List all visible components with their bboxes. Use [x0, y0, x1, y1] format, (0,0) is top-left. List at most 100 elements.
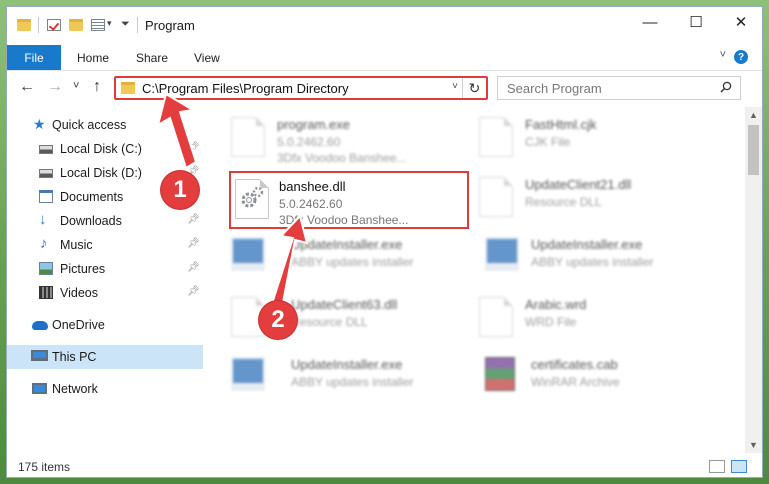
winrar-archive-icon	[485, 357, 515, 391]
tab-home[interactable]: Home	[77, 51, 109, 65]
recent-locations-icon[interactable]: ˅	[73, 80, 79, 92]
forward-arrow-icon[interactable]: →	[47, 78, 63, 96]
large-icons-view-icon[interactable]	[731, 460, 747, 473]
sidebar-item-label: Quick access	[52, 118, 127, 132]
scroll-up-icon[interactable]: ▲	[749, 110, 758, 120]
file-type: ABBY updates installer	[531, 255, 654, 269]
dll-gear-icon	[479, 177, 513, 217]
file-list: program.exe 5.0.2462.60 3Dfx Voodoo Bans…	[207, 107, 737, 453]
sidebar-item-label: OneDrive	[52, 318, 105, 332]
help-icon[interactable]: ?	[734, 50, 748, 64]
sidebar-item-quick-access[interactable]: ★ Quick access	[7, 113, 203, 137]
vertical-scrollbar[interactable]: ▲ ▼	[745, 107, 762, 453]
file-name: FastHtml.cjk	[525, 117, 597, 132]
maximize-button[interactable]: ☐	[673, 7, 719, 37]
sidebar-item-label: Downloads	[60, 214, 122, 228]
file-type: Resource DLL	[525, 195, 602, 209]
file-name: program.exe	[277, 117, 350, 132]
file-type: WinRAR Archive	[531, 375, 620, 389]
file-type: CJK File	[525, 135, 571, 149]
file-name: UpdateClient63.dll	[291, 297, 398, 312]
sidebar-item-onedrive[interactable]: OneDrive	[7, 313, 203, 337]
sidebar-item-network[interactable]: Network	[7, 377, 203, 401]
tab-share[interactable]: Share	[136, 51, 168, 65]
file-explorer-window: ▾ ⏷ Program — ☐ ✕ File Home Share View ˅…	[6, 6, 763, 478]
sidebar-item-label: Pictures	[60, 262, 106, 276]
file-item[interactable]: FastHtml.cjk CJK File	[475, 111, 705, 167]
gear-icon	[241, 186, 264, 208]
separator	[38, 17, 39, 33]
view-options-icon[interactable]	[91, 19, 105, 31]
sidebar-item-label: Local Disk (C:)	[60, 142, 142, 156]
sidebar-item-this-pc[interactable]: This PC	[7, 345, 203, 369]
sidebar-item-pictures[interactable]: Pictures 📌︎	[7, 257, 203, 281]
search-placeholder: Search Program	[507, 81, 602, 96]
file-version: 5.0.2462.60	[277, 135, 341, 149]
sidebar-item-downloads[interactable]: ↓ Downloads 📌︎	[7, 209, 203, 233]
exe-gear-icon	[231, 117, 265, 157]
up-arrow-icon[interactable]: ↑	[93, 78, 101, 96]
file-name: banshee.dll	[279, 179, 346, 194]
sidebar-item-music[interactable]: ♪ Music 📌︎	[7, 233, 203, 257]
new-folder-icon[interactable]	[69, 19, 83, 31]
address-dropdown-icon[interactable]: ˅	[452, 81, 458, 92]
dll-gear-icon	[235, 179, 269, 219]
address-path[interactable]: C:\Program Files\Program Directory	[142, 81, 349, 96]
scrollbar-thumb[interactable]	[748, 125, 759, 175]
file-name: UpdateClient21.dll	[525, 177, 632, 192]
file-name: certificates.cab	[531, 357, 618, 372]
back-arrow-icon[interactable]: ←	[19, 78, 35, 96]
file-description: 3Dfx Voodoo Banshee...	[277, 151, 407, 165]
file-item[interactable]: UpdateClient21.dll Resource DLL	[475, 171, 705, 227]
music-icon: ♪	[40, 235, 48, 252]
documents-icon	[39, 190, 53, 203]
search-input[interactable]: Search Program	[497, 76, 741, 100]
file-type: ABBY updates installer	[291, 375, 414, 389]
address-bar[interactable]: C:\Program Files\Program Directory ˅ ↻	[114, 76, 488, 100]
drive-icon	[39, 169, 53, 178]
file-name: UpdateInstaller.exe	[291, 357, 403, 372]
download-icon: ↓	[39, 211, 47, 228]
file-name: UpdateInstaller.exe	[531, 237, 643, 252]
file-item-highlighted[interactable]: banshee.dll 5.0.2462.60 3Dfx Voodoo Bans…	[229, 171, 469, 229]
separator	[137, 17, 138, 33]
refresh-button[interactable]: ↻	[462, 78, 486, 98]
tab-view[interactable]: View	[194, 51, 220, 65]
chevron-down-icon[interactable]: ˅	[720, 49, 726, 61]
quick-access-arrow-icon[interactable]: ⏷	[121, 18, 130, 31]
file-type: Resource DLL	[291, 315, 368, 329]
window-title: Program	[145, 18, 195, 33]
minimize-button[interactable]: —	[627, 7, 673, 37]
document-icon	[479, 117, 513, 157]
installer-screen-icon	[231, 237, 265, 271]
file-item[interactable]: UpdateInstaller.exe ABBY updates install…	[227, 351, 457, 407]
customize-toolbar-dropdown-icon[interactable]: ▾	[107, 18, 112, 29]
folder-icon[interactable]	[17, 19, 31, 31]
file-item[interactable]: UpdateInstaller.exe ABBY updates install…	[227, 231, 457, 287]
search-icon[interactable]	[720, 81, 732, 93]
properties-check-icon[interactable]	[47, 19, 61, 31]
scroll-down-icon[interactable]: ▼	[749, 440, 758, 450]
installer-screen-icon	[485, 237, 519, 271]
sidebar-item-videos[interactable]: Videos 📌︎	[7, 281, 203, 305]
file-name: UpdateInstaller.exe	[291, 237, 403, 252]
document-icon	[479, 297, 513, 337]
sidebar-item-label: Network	[52, 382, 98, 396]
file-item[interactable]: program.exe 5.0.2462.60 3Dfx Voodoo Bans…	[227, 111, 457, 167]
file-description: 3Dfx Voodoo Banshee...	[279, 213, 409, 227]
pin-icon: 📌︎	[187, 238, 200, 249]
file-item[interactable]: Arabic.wrd WRD File	[475, 291, 705, 347]
sidebar-item-local-disk-c[interactable]: Local Disk (C:) 📌︎	[7, 137, 203, 161]
file-item[interactable]: certificates.cab WinRAR Archive	[481, 351, 711, 407]
step-badge-1: 1	[161, 171, 199, 209]
file-item[interactable]: UpdateInstaller.exe ABBY updates install…	[481, 231, 711, 287]
drive-icon	[39, 145, 53, 154]
pin-icon: 📌︎	[187, 262, 200, 273]
sidebar-item-label: Documents	[60, 190, 124, 204]
close-button[interactable]: ✕	[718, 7, 762, 37]
details-view-icon[interactable]	[709, 460, 725, 473]
tab-file[interactable]: File	[7, 45, 61, 70]
pin-icon: 📌︎	[187, 214, 200, 225]
ribbon-tabs: File Home Share View ˅ ?	[7, 45, 762, 71]
sidebar-item-label: Local Disk (D:)	[60, 166, 142, 180]
